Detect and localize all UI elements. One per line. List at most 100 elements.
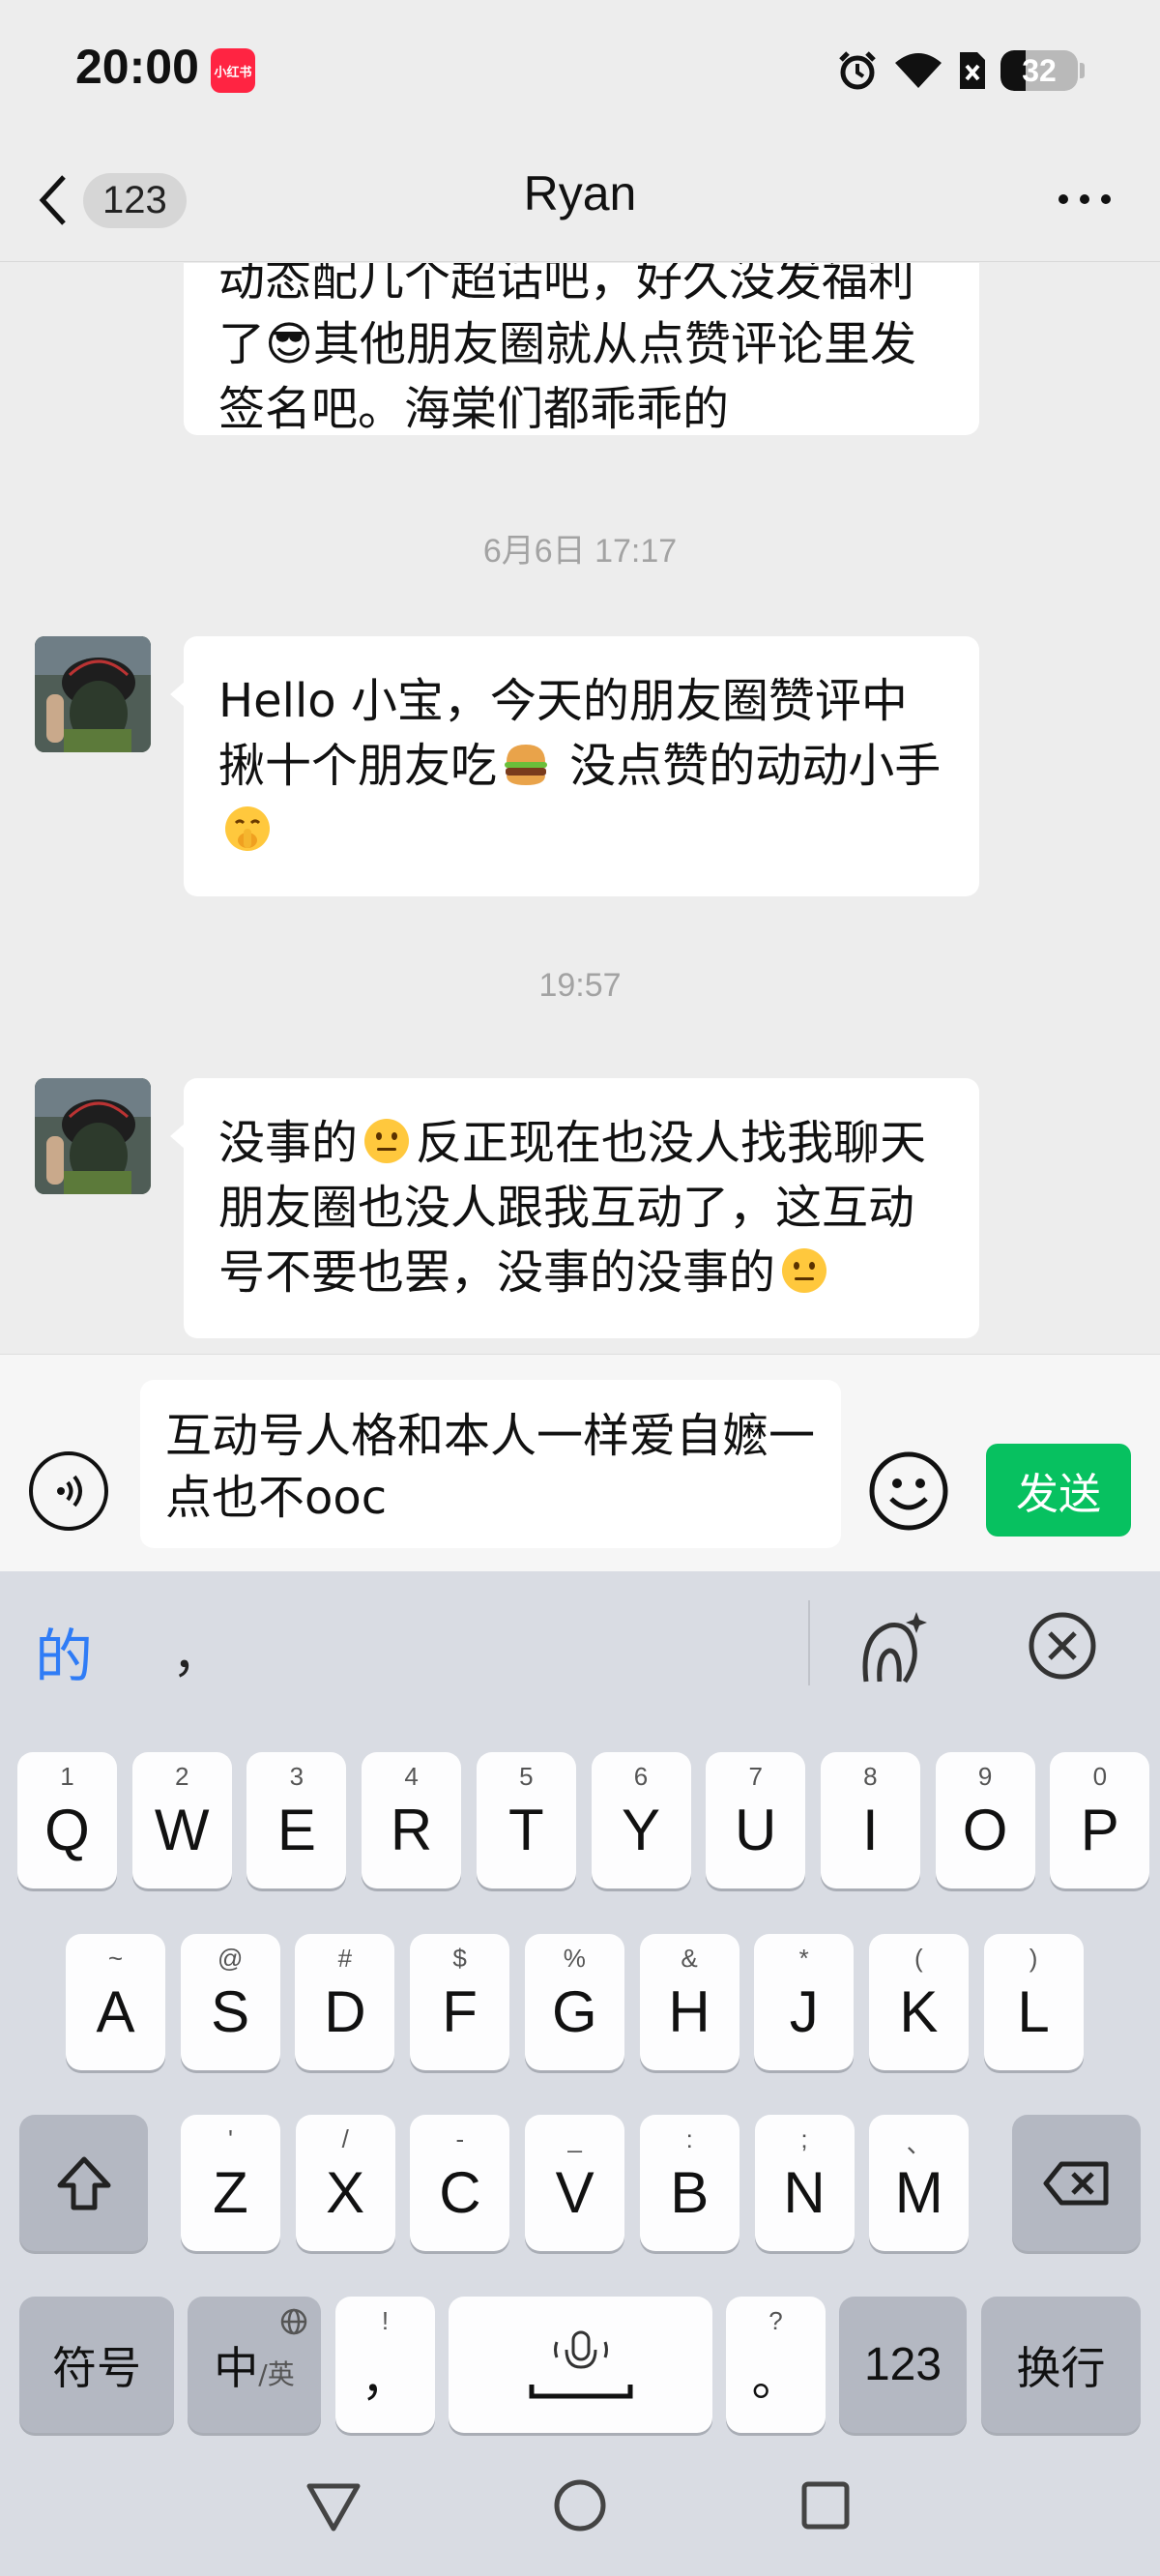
key-sublabel: # [337,1944,353,1973]
message-bubble[interactable]: 没事的 反正现在也没人找我聊天朋友圈也没人跟我互动了，这互动号不要也罢，没事的没… [170,1078,979,1338]
key-label: I [862,1798,879,1862]
message-line: 了😎其他朋友圈就从点赞评论里发 [218,317,917,371]
key-m[interactable]: 、 M [869,2115,970,2251]
avatar[interactable] [35,636,151,752]
key-g[interactable]: % G [524,1934,624,2070]
avatar-photo [35,636,151,752]
key-e[interactable]: 3E [246,1752,347,1888]
key-s[interactable]: @ S [180,1934,280,2070]
key-i[interactable]: 8I [820,1752,920,1888]
key-t[interactable]: 5T [476,1752,576,1888]
key-label: H [668,1979,710,2044]
key-label: S [211,1979,250,2044]
more-options-button[interactable] [1046,175,1123,223]
key-v[interactable]: _ V [525,2115,625,2251]
recents-nav-icon[interactable] [800,2480,851,2531]
key-j[interactable]: * J [754,1934,855,2070]
key-sublabel: % [563,1944,586,1973]
more-dots-icon [1058,194,1111,204]
candidate-word[interactable]: 的 [35,1610,93,1694]
backspace-key[interactable] [1012,2115,1141,2251]
key-sublabel: ? [768,2306,783,2335]
key-sublabel: 7 [748,1762,763,1791]
message-bubble[interactable]: Hello 小宝，今天的朋友圈赞评中揪十个朋友吃 没点赞的动动小手 [170,636,979,896]
key-label: C [439,2160,481,2225]
key-z[interactable]: ' Z [181,2115,280,2251]
message-list[interactable]: 动态配几个超话吧，好久没发福利 了😎其他朋友圈就从点赞评论里发 签名吧。海棠们都… [0,263,1160,1354]
emoji-picker-icon[interactable] [868,1450,949,1532]
key-sublabel: 3 [289,1762,304,1791]
enter-key[interactable]: 换行 [981,2297,1141,2433]
status-icons: 32 [836,46,1085,95]
comma-key[interactable]: ! ， [335,2297,435,2433]
key-label: X [326,2160,365,2225]
backspace-icon [1043,2161,1108,2205]
key-sublabel: 9 [977,1762,993,1791]
status-time: 20:00 [75,40,199,94]
key-u[interactable]: 7U [706,1752,806,1888]
candidate-divider [808,1600,810,1685]
language-switch-key[interactable]: 中/英 [188,2297,321,2433]
key-label: 。 [751,2350,800,2407]
message-line: 动态配几个超话吧，好久没发福利 [218,263,915,307]
globe-icon [280,2308,307,2335]
key-label: 123 [863,2339,942,2390]
candidate-word[interactable]: ， [172,1614,222,1686]
key-label: Z [213,2160,248,2225]
key-label: E [276,1798,316,1862]
key-label: 换行 [1016,2341,1106,2394]
neutral-face-emoji-icon [364,1119,410,1163]
key-l[interactable]: ) L [983,1934,1084,2070]
key-f[interactable]: $ F [410,1934,510,2070]
key-k[interactable]: (K [868,1934,969,2070]
key-sublabel: / [341,2124,349,2153]
key-x[interactable]: / X [295,2115,395,2251]
key-sublabel: ' [228,2124,233,2153]
send-button[interactable]: 发送 [986,1444,1131,1537]
message-input[interactable]: 互动号人格和本人一样爱自嬷一点也不ooc [140,1380,841,1548]
key-r[interactable]: 4R [362,1752,462,1888]
key-sublabel: 0 [1092,1762,1108,1791]
key-sublabel: ; [800,2124,808,2153]
key-p[interactable]: 0P [1050,1752,1150,1888]
space-key[interactable] [449,2297,712,2433]
key-c[interactable]: -C [410,2115,510,2251]
shift-key[interactable] [19,2115,148,2251]
xiaohongshu-notification-icon: 小红书 [211,48,255,93]
message-bubble[interactable]: 动态配几个超话吧，好久没发福利 了😎其他朋友圈就从点赞评论里发 签名吧。海棠们都… [184,263,979,436]
key-label: A [96,1979,135,2044]
key-label: M [894,2160,943,2225]
ai-assistant-icon[interactable] [851,1606,932,1687]
key-o[interactable]: 9O [935,1752,1035,1888]
key-label: 中 [214,2341,259,2394]
period-key[interactable]: ? 。 [726,2297,826,2433]
avatar[interactable] [35,1078,151,1194]
key-label: ， [361,2350,410,2407]
close-keyboard-icon[interactable] [1027,1610,1098,1682]
key-label: R [390,1798,433,1862]
battery-indicator: 32 [1000,50,1078,91]
message-timestamp: 6月6日 17:17 [482,533,678,570]
space-voice-icon [529,2330,632,2398]
key-h[interactable]: & H [639,1934,740,2070]
key-sublabel: ( [914,1944,923,1973]
key-sublabel: _ [567,2124,582,2153]
voice-input-button[interactable] [29,1451,108,1531]
avatar-photo [35,1078,151,1194]
key-label: 符号 [52,2341,141,2394]
symbols-key[interactable]: 符号 [19,2297,174,2433]
hamburger-emoji-icon [505,745,548,785]
key-b[interactable]: :B [639,2115,740,2251]
home-nav-icon[interactable] [553,2478,607,2532]
key-a[interactable]: ~ A [66,1934,165,2070]
key-sublabel: @ [217,1944,244,1973]
key-w[interactable]: 2W [131,1752,232,1888]
numbers-key[interactable]: 123 [839,2297,967,2433]
key-label: B [670,2160,710,2225]
key-label: J [789,1979,819,2044]
back-nav-icon[interactable] [304,2480,363,2534]
key-q[interactable]: 1Q [17,1752,117,1888]
key-y[interactable]: 6Y [591,1752,691,1888]
key-d[interactable]: # D [295,1934,395,2070]
key-n[interactable]: ; N [754,2115,855,2251]
